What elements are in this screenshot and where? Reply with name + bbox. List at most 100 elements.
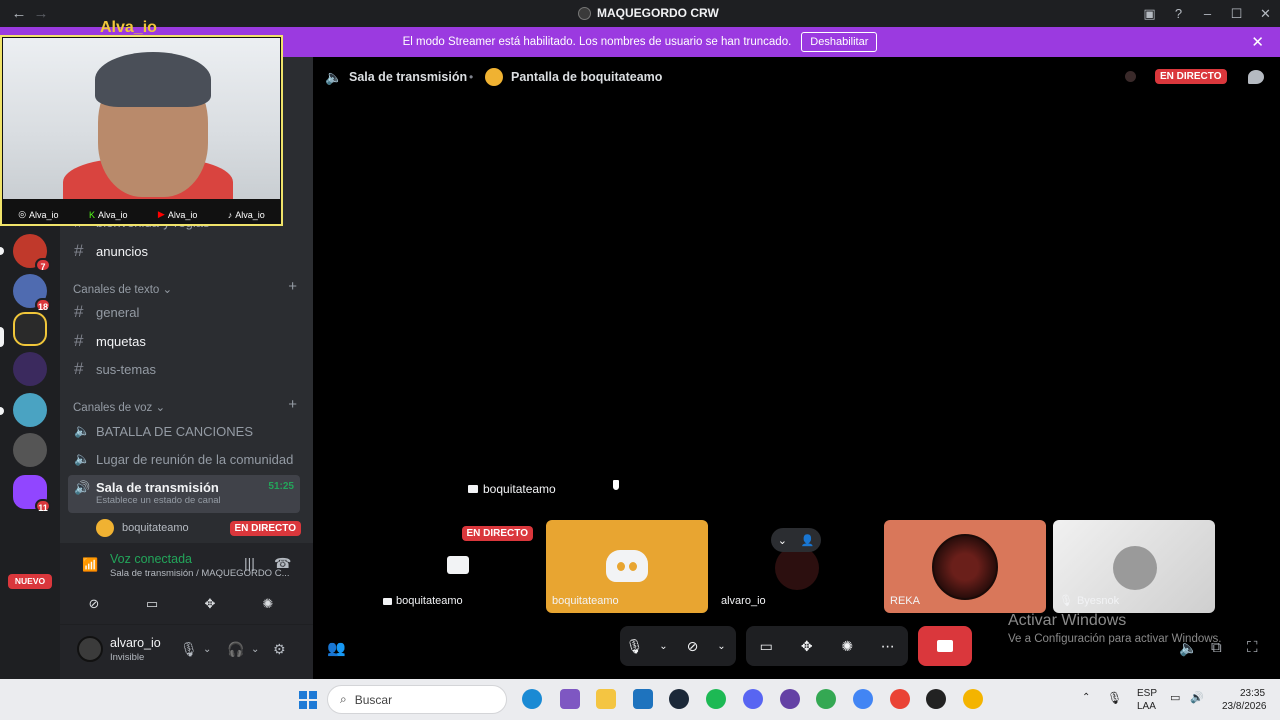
minimize-button[interactable]: – — [1193, 6, 1222, 21]
activities-icon[interactable]: ✥ — [787, 638, 828, 655]
volume-icon[interactable]: 🔈 — [1179, 639, 1198, 657]
channel-sus-temas[interactable]: # sus-temas — [68, 356, 300, 382]
screen-share-icon[interactable]: ▭ — [746, 638, 787, 655]
server-name: MAQUEGORDO CRW — [597, 6, 719, 20]
participant-tile-reka[interactable]: REKA — [884, 520, 1046, 613]
server-icon[interactable] — [13, 393, 47, 427]
close-icon[interactable]: ✕ — [1251, 33, 1264, 51]
voice-location[interactable]: Sala de transmisión / MAQUEGORDO C... — [110, 568, 290, 579]
category-text-channels[interactable]: Canales de texto ⌄ — [73, 282, 172, 296]
chevron-down-icon[interactable]: ⌄ — [203, 644, 211, 655]
channel-mquetas[interactable]: # mquetas — [68, 328, 300, 354]
soundboard-icon[interactable]: ✺ — [827, 638, 868, 655]
invite-people-icon[interactable]: 👥 — [327, 639, 346, 657]
microphone-icon[interactable]: 🎙 — [180, 641, 198, 658]
copilot-icon[interactable] — [560, 689, 580, 709]
tile-controls[interactable]: ⌄ 👤 — [771, 528, 821, 552]
participant-tile-boquitateamo[interactable]: boquitateamo — [546, 520, 708, 613]
participant-tile-stream[interactable]: EN DIRECTO boquitateamo — [377, 520, 539, 613]
chevron-down-icon[interactable]: ⌄ — [251, 644, 259, 655]
spotify-icon[interactable] — [706, 689, 726, 709]
voice-channel-lugar[interactable]: 🔈 Lugar de reunión de la comunidad — [68, 446, 300, 472]
file-explorer-icon[interactable] — [596, 689, 616, 709]
close-window-button[interactable]: ✕ — [1251, 6, 1280, 22]
steam-icon[interactable] — [669, 689, 689, 709]
language-bottom[interactable]: LAA — [1137, 701, 1156, 712]
app-icon[interactable] — [780, 689, 800, 709]
settings-gear-icon[interactable]: ⚙ — [273, 641, 286, 658]
camera-off-icon[interactable]: ⊘ — [678, 638, 707, 655]
volume-icon[interactable]: 🔊 — [1190, 691, 1204, 704]
chevron-down-icon[interactable]: ⌄ — [649, 641, 678, 652]
microphone-icon[interactable]: 🎙 — [620, 638, 649, 655]
server-icon-maquegordo[interactable] — [13, 312, 47, 346]
server-icon[interactable] — [13, 352, 47, 386]
back-arrow-icon[interactable]: ← — [8, 5, 30, 22]
username[interactable]: alvaro_io — [110, 636, 161, 650]
edge-icon[interactable] — [522, 689, 542, 709]
chrome-icon[interactable] — [853, 689, 873, 709]
taskbar-search[interactable]: ⌕ Buscar — [327, 685, 507, 714]
signal-icon[interactable]: 📶 — [82, 557, 98, 573]
chrome-icon[interactable] — [890, 689, 910, 709]
maximize-button[interactable]: ☐ — [1222, 6, 1251, 22]
mention-badge: 7 — [35, 258, 51, 272]
voice-channel-sala-active[interactable]: 🔊 Sala de transmisión Establece un estad… — [68, 475, 300, 513]
social-glyph: K — [88, 209, 95, 220]
social-label: Alva_io — [235, 209, 265, 220]
twitch-server-icon[interactable]: 11 — [13, 475, 51, 513]
activities-button[interactable]: ✥ — [184, 591, 236, 617]
obs-icon[interactable] — [926, 689, 946, 709]
network-icon[interactable]: ▭ — [1170, 691, 1180, 704]
chevron-down-icon: ⌄ — [162, 284, 173, 296]
server-icon[interactable]: 18 — [13, 274, 51, 312]
server-icon[interactable] — [13, 433, 47, 467]
clock-time[interactable]: 23:35 — [1240, 688, 1265, 699]
add-person-icon[interactable]: 👤 — [801, 534, 815, 547]
channel-general[interactable]: # general — [68, 299, 300, 325]
chevron-up-icon[interactable]: ⌃ — [1082, 692, 1090, 703]
chat-bubble-icon[interactable] — [1248, 70, 1264, 84]
app-icon[interactable] — [963, 689, 983, 709]
discord-icon[interactable] — [743, 689, 763, 709]
channel-anuncios[interactable]: # anuncios — [68, 238, 300, 264]
live-badge: EN DIRECTO — [461, 526, 533, 541]
soundboard-button[interactable]: ✺ — [242, 591, 294, 617]
voice-connection-panel: 📶 Voz conectada Sala de transmisión / MA… — [60, 543, 313, 625]
help-icon[interactable]: ? — [1164, 6, 1193, 21]
stop-stream-button[interactable] — [918, 626, 972, 666]
more-options-icon[interactable]: ⋯ — [868, 638, 909, 655]
chrome-icon[interactable] — [816, 689, 836, 709]
activities-icon: ✥ — [204, 596, 216, 611]
headphones-icon[interactable]: 🎧 — [227, 641, 244, 658]
disable-streamer-button[interactable]: Deshabilitar — [801, 32, 878, 52]
popout-icon[interactable]: ⧉ — [1211, 639, 1222, 656]
server-icon[interactable]: 7 — [13, 234, 51, 272]
avatar[interactable] — [77, 636, 103, 662]
voice-channel-batalla[interactable]: 🔈 BATALLA DE CANCIONES — [68, 418, 300, 444]
category-voice-channels[interactable]: Canales de voz ⌄ — [73, 400, 165, 414]
voice-user-row[interactable]: boquitateamo EN DIRECTO — [96, 517, 301, 539]
clock-date[interactable]: 23/8/2026 — [1222, 701, 1267, 712]
channel-status-placeholder[interactable]: Establece un estado de canal — [96, 495, 221, 506]
disconnect-icon[interactable]: ☎ — [274, 555, 291, 572]
add-channel-icon[interactable]: + — [288, 396, 297, 413]
participant-tile-alvaro[interactable]: ⌄ 👤 alvaro_io — [715, 520, 877, 613]
share-screen-button[interactable]: ▭ — [126, 591, 178, 617]
tile-name: boquitateamo — [396, 595, 463, 607]
camera-off-button[interactable]: ⊘ — [68, 591, 120, 617]
language-top[interactable]: ESP — [1137, 688, 1157, 699]
chevron-down-icon[interactable]: ⌄ — [778, 534, 787, 547]
add-channel-icon[interactable]: + — [288, 278, 297, 295]
participant-tile-byesnok[interactable]: 🎙 Byesnok — [1053, 520, 1215, 613]
fullscreen-icon[interactable]: ⛶ — [1247, 639, 1258, 656]
store-icon[interactable] — [633, 689, 653, 709]
inbox-icon[interactable]: ▣ — [1135, 6, 1164, 22]
discord-logo-icon — [606, 550, 648, 582]
forward-arrow-icon[interactable]: → — [30, 5, 52, 22]
voice-status[interactable]: Voz conectada — [110, 552, 192, 566]
noise-suppression-icon[interactable]: ||| — [244, 555, 255, 571]
microphone-icon[interactable]: 🎙 — [1107, 691, 1122, 705]
windows-start-icon[interactable] — [299, 691, 317, 709]
chevron-down-icon[interactable]: ⌄ — [707, 641, 736, 652]
